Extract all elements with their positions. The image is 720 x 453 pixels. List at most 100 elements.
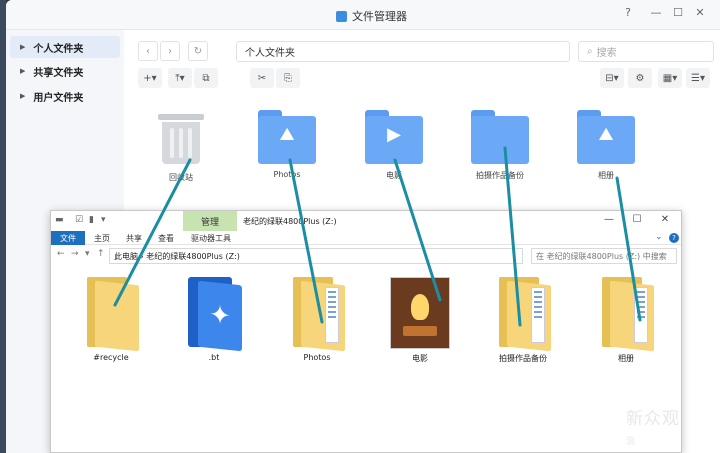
- help-icon[interactable]: ?: [669, 233, 679, 243]
- image-thumbnail-icon: [390, 277, 450, 349]
- explorer-item-backup[interactable]: 拍摄作品备份: [483, 277, 563, 364]
- quick-access-dropdown-icon[interactable]: ▾: [101, 215, 106, 225]
- expand-ribbon-icon[interactable]: ⌄: [655, 232, 663, 242]
- sidebar-item-user[interactable]: ▶ 用户文件夹: [10, 85, 120, 107]
- ribbon-tab-view[interactable]: 查看: [151, 231, 181, 245]
- photos-folder-icon: ⛰: [258, 110, 316, 164]
- folder-docs-icon: [596, 277, 656, 352]
- context-tab-manage[interactable]: 管理: [183, 211, 237, 231]
- bt-folder-icon: ✦: [184, 277, 244, 352]
- explorer-item-photos[interactable]: Photos: [277, 277, 357, 362]
- ribbon-tabs: 文件 主页 共享 查看 驱动器工具 ⌄ ?: [51, 231, 681, 245]
- trash-icon: [156, 110, 206, 166]
- explorer-item-album[interactable]: 相册: [586, 277, 666, 364]
- explorer-title: 老纪的绿联4800Plus (Z:): [243, 217, 337, 226]
- expand-arrow-icon[interactable]: ▶: [20, 67, 25, 75]
- ribbon-tab-drive-tools[interactable]: 驱动器工具: [185, 231, 237, 245]
- refresh-icon: ↻: [193, 45, 203, 57]
- windows-explorer-window: ▬ ☑ ▮ ▾ 管理 老纪的绿联4800Plus (Z:) — ☐ ✕ 文件 主…: [50, 210, 682, 453]
- watermark-text: 众观: [644, 409, 680, 429]
- video-folder-icon: ▶: [365, 110, 423, 164]
- address-path: 此电脑 › 老纪的绿联4800Plus (Z:): [114, 251, 240, 261]
- forward-button[interactable]: ›: [160, 41, 180, 61]
- new-button[interactable]: +▾: [138, 68, 162, 88]
- upload-button[interactable]: ⤒▾: [168, 68, 192, 88]
- item-label: .bt: [208, 353, 220, 362]
- upload-icon: ⤒▾: [175, 72, 185, 84]
- ribbon-tab-file[interactable]: 文件: [51, 231, 85, 245]
- briefcase-icon: ⊟▾: [605, 72, 619, 84]
- nas-item-photos[interactable]: ⛰ Photos: [242, 110, 332, 179]
- nas-item-album[interactable]: ⛰ 相册: [561, 110, 651, 181]
- explorer-search-input[interactable]: 在 老纪的绿联4800Plus (Z:) 中搜索: [531, 248, 677, 264]
- cut-button[interactable]: ✂: [250, 68, 274, 88]
- up-arrow-icon[interactable]: ↑: [97, 249, 105, 259]
- nas-item-movies[interactable]: ▶ 电影: [349, 110, 439, 181]
- explorer-file-grid: #recycle ✦ .bt Photos 电影 拍摄作品备份 相册: [51, 271, 681, 381]
- share-icon: ⎘: [284, 72, 292, 84]
- help-button[interactable]: ?: [620, 6, 636, 19]
- item-label: 电影: [386, 171, 402, 180]
- back-arrow-icon[interactable]: ←: [57, 249, 65, 259]
- search-placeholder: 搜索: [596, 48, 617, 59]
- folder-docs-icon: [287, 277, 347, 352]
- maximize-button[interactable]: ☐: [629, 214, 645, 225]
- copy-button[interactable]: ⧉: [194, 68, 218, 88]
- ribbon-tab-share[interactable]: 共享: [119, 231, 149, 245]
- refresh-button[interactable]: ↻: [188, 41, 208, 61]
- address-field[interactable]: 此电脑 › 老纪的绿联4800Plus (Z:): [109, 248, 523, 264]
- sidebar-item-personal[interactable]: ▶ 个人文件夹: [10, 36, 120, 58]
- path-field[interactable]: 个人文件夹: [236, 41, 570, 62]
- explorer-item-movies[interactable]: 电影: [380, 277, 460, 364]
- nas-item-backup[interactable]: 拍摄作品备份: [455, 110, 545, 181]
- recent-dropdown-icon[interactable]: ▾: [85, 249, 90, 259]
- watermark-line1: 新: [626, 409, 644, 429]
- item-label: 电影: [412, 354, 428, 363]
- nas-file-grid: 回收站 ⛰ Photos ▶ 电影 拍摄作品备份 ⛰ 相册: [130, 104, 720, 204]
- folder-docs-icon: [493, 277, 553, 352]
- expand-arrow-icon[interactable]: ▶: [20, 43, 25, 51]
- new-folder-icon[interactable]: ▮: [89, 215, 94, 225]
- nas-item-trash[interactable]: 回收站: [136, 110, 226, 183]
- minimize-button[interactable]: —: [601, 214, 617, 225]
- expand-arrow-icon[interactable]: ▶: [20, 92, 25, 100]
- address-bar-row: ← → ▾ ↑ 此电脑 › 老纪的绿联4800Plus (Z:) 在 老纪的绿联…: [51, 247, 681, 265]
- drive-icon: ▬: [55, 215, 64, 225]
- sidebar-item-label: 用户文件夹: [33, 92, 84, 104]
- search-icon: ⌕: [587, 46, 593, 57]
- file-manager-icon: [336, 10, 347, 22]
- grid-icon: ▦▾: [662, 72, 678, 84]
- properties-icon[interactable]: ☑: [75, 215, 83, 225]
- ribbon-tab-home[interactable]: 主页: [87, 231, 117, 245]
- toolbar: ‹ › ↻ 个人文件夹 ⌕ 搜索 +▾ ⤒▾ ⧉ ✂ ⎘ ⊟▾ ⚙ ▦▾ ☰▾: [130, 38, 720, 98]
- item-label: Photos: [303, 353, 331, 362]
- minimize-button[interactable]: —: [648, 6, 664, 19]
- search-input[interactable]: ⌕ 搜索: [578, 41, 714, 62]
- explorer-item-recycle[interactable]: #recycle: [71, 277, 151, 362]
- item-label: Photos: [273, 170, 301, 179]
- title-bar: 文件管理器 ? — ☐ ✕: [6, 0, 720, 30]
- maximize-button[interactable]: ☐: [670, 6, 686, 19]
- gear-icon: ⚙: [635, 72, 645, 84]
- close-button[interactable]: ✕: [657, 214, 673, 225]
- sidebar-item-label: 共享文件夹: [33, 67, 84, 79]
- sort-icon: ☰▾: [691, 72, 705, 84]
- sidebar-item-shared[interactable]: ▶ 共享文件夹: [10, 60, 120, 82]
- photos-folder-icon: ⛰: [577, 110, 635, 164]
- copy-icon: ⧉: [202, 72, 210, 84]
- chevron-left-icon: ‹: [146, 45, 150, 57]
- settings-button[interactable]: ⚙: [628, 68, 652, 88]
- view-mode-button[interactable]: ▦▾: [658, 68, 682, 88]
- forward-arrow-icon[interactable]: →: [71, 249, 79, 259]
- scissors-icon: ✂: [257, 72, 267, 84]
- sort-button[interactable]: ☰▾: [686, 68, 710, 88]
- item-label: 拍摄作品备份: [499, 354, 547, 363]
- briefcase-button[interactable]: ⊟▾: [600, 68, 624, 88]
- explorer-title-bar: ▬ ☑ ▮ ▾ 管理 老纪的绿联4800Plus (Z:) — ☐ ✕: [51, 211, 681, 231]
- close-button[interactable]: ✕: [692, 6, 708, 19]
- plus-icon: +▾: [143, 72, 157, 84]
- share-button[interactable]: ⎘: [276, 68, 300, 88]
- watermark: 新众观浪: [626, 404, 680, 449]
- explorer-item-bt[interactable]: ✦ .bt: [174, 277, 254, 362]
- back-button[interactable]: ‹: [138, 41, 158, 61]
